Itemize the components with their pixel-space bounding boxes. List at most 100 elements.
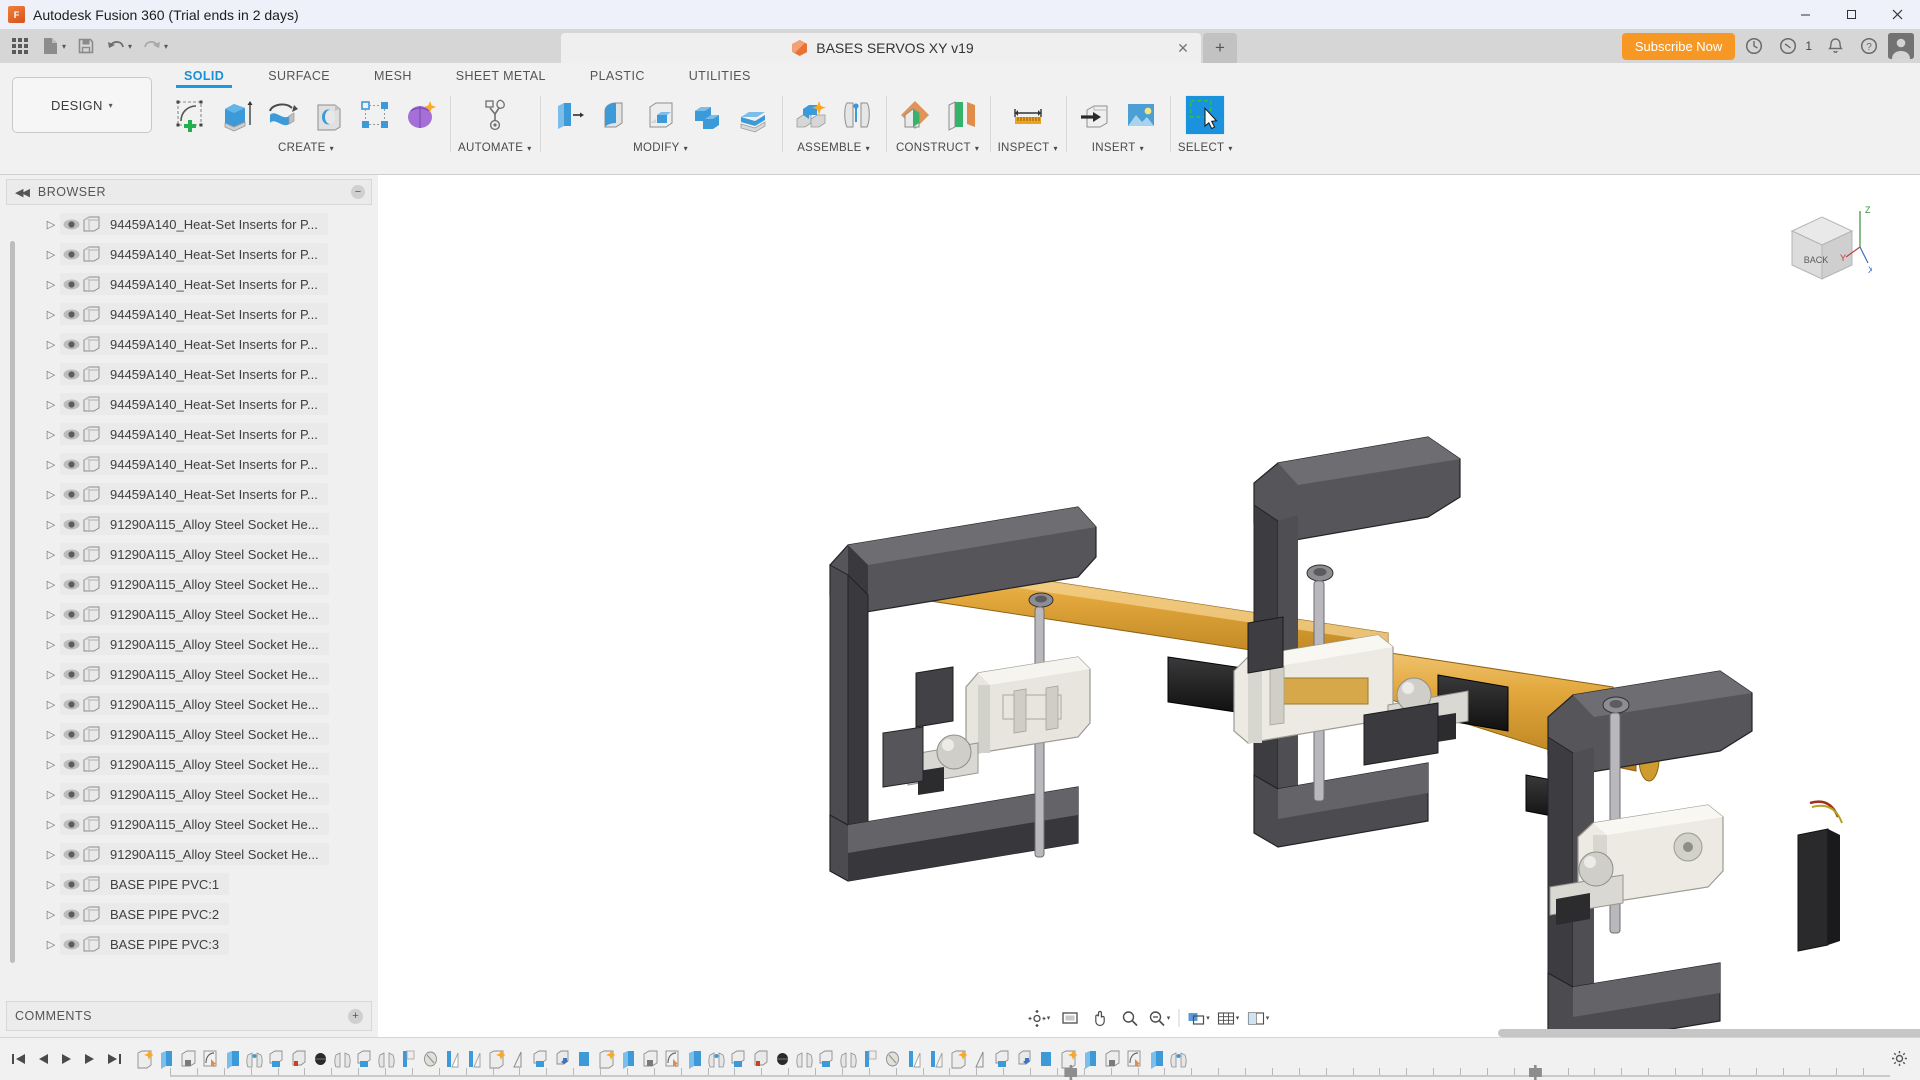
go-to-end-icon[interactable] bbox=[104, 1048, 124, 1070]
step-forward-icon[interactable] bbox=[80, 1048, 100, 1070]
browser-item[interactable]: ▷BASE PIPE PVC:2 bbox=[0, 899, 378, 929]
eye-icon[interactable] bbox=[60, 753, 82, 775]
expand-arrow-icon[interactable]: ▷ bbox=[42, 248, 60, 261]
avatar[interactable] bbox=[1888, 33, 1914, 59]
plane-at-angle-icon[interactable] bbox=[940, 94, 982, 136]
browser-item[interactable]: ▷91290A115_Alloy Steel Socket He... bbox=[0, 809, 378, 839]
expand-arrow-icon[interactable]: ▷ bbox=[42, 638, 60, 651]
panel-automate-label[interactable]: AUTOMATE▾ bbox=[458, 136, 532, 154]
expand-arrow-icon[interactable]: ▷ bbox=[42, 668, 60, 681]
eye-icon[interactable] bbox=[60, 483, 82, 505]
timeline-marker[interactable] bbox=[1064, 1065, 1077, 1080]
panel-inspect-label[interactable]: INSPECT▾ bbox=[998, 136, 1058, 154]
minimize-button[interactable] bbox=[1782, 0, 1828, 29]
insert-derive-icon[interactable] bbox=[1074, 94, 1116, 136]
shell-icon[interactable] bbox=[640, 94, 682, 136]
eye-icon[interactable] bbox=[60, 933, 82, 955]
timeline-ruler[interactable] bbox=[170, 1068, 1890, 1077]
orbit-icon[interactable]: ▾ bbox=[1026, 1005, 1054, 1031]
eye-icon[interactable] bbox=[60, 423, 82, 445]
eye-icon[interactable] bbox=[60, 813, 82, 835]
eye-icon[interactable] bbox=[60, 903, 82, 925]
eye-icon[interactable] bbox=[60, 843, 82, 865]
measure-icon[interactable] bbox=[1007, 94, 1049, 136]
browser-item[interactable]: ▷91290A115_Alloy Steel Socket He... bbox=[0, 629, 378, 659]
browser-item[interactable]: ▷91290A115_Alloy Steel Socket He... bbox=[0, 719, 378, 749]
hole-icon[interactable] bbox=[308, 94, 350, 136]
eye-icon[interactable] bbox=[60, 633, 82, 655]
panel-modify-label[interactable]: MODIFY▾ bbox=[633, 136, 688, 154]
expand-arrow-icon[interactable]: ▷ bbox=[42, 818, 60, 831]
expand-arrow-icon[interactable]: ▷ bbox=[42, 728, 60, 741]
eye-icon[interactable] bbox=[60, 543, 82, 565]
document-tab[interactable]: BASES SERVOS XY v19 ✕ bbox=[561, 33, 1201, 63]
browser-item[interactable]: ▷94459A140_Heat-Set Inserts for P... bbox=[0, 389, 378, 419]
combine-icon[interactable] bbox=[686, 94, 728, 136]
app-grid-icon[interactable] bbox=[6, 33, 34, 59]
press-pull-icon[interactable] bbox=[548, 94, 590, 136]
expand-arrow-icon[interactable]: ▷ bbox=[42, 428, 60, 441]
eye-icon[interactable] bbox=[60, 513, 82, 535]
browser-item[interactable]: ▷94459A140_Heat-Set Inserts for P... bbox=[0, 209, 378, 239]
expand-arrow-icon[interactable]: ▷ bbox=[42, 308, 60, 321]
expand-arrow-icon[interactable]: ▷ bbox=[42, 488, 60, 501]
eye-icon[interactable] bbox=[60, 303, 82, 325]
new-tab-button[interactable]: + bbox=[1203, 33, 1237, 63]
browser-item[interactable]: ▷91290A115_Alloy Steel Socket He... bbox=[0, 569, 378, 599]
browser-item[interactable]: ▷94459A140_Heat-Set Inserts for P... bbox=[0, 269, 378, 299]
save-icon[interactable] bbox=[72, 33, 100, 59]
tab-solid[interactable]: SOLID bbox=[162, 69, 246, 88]
tab-sheet-metal[interactable]: SHEET METAL bbox=[434, 69, 568, 88]
go-to-beginning-icon[interactable] bbox=[8, 1048, 28, 1070]
timeline-feature[interactable] bbox=[134, 1046, 155, 1072]
browser-item[interactable]: ▷94459A140_Heat-Set Inserts for P... bbox=[0, 329, 378, 359]
browser-item[interactable]: ▷94459A140_Heat-Set Inserts for P... bbox=[0, 359, 378, 389]
zoom-window-icon[interactable]: ▾ bbox=[1146, 1005, 1174, 1031]
look-at-icon[interactable] bbox=[1056, 1005, 1084, 1031]
eye-icon[interactable] bbox=[60, 213, 82, 235]
tab-mesh[interactable]: MESH bbox=[352, 69, 434, 88]
viewports-icon[interactable]: ▾ bbox=[1245, 1005, 1273, 1031]
undo-caret-icon[interactable]: ▾ bbox=[128, 42, 132, 51]
expand-arrow-icon[interactable]: ▷ bbox=[42, 938, 60, 951]
browser-item[interactable]: ▷94459A140_Heat-Set Inserts for P... bbox=[0, 299, 378, 329]
pattern-icon[interactable] bbox=[354, 94, 396, 136]
panel-assemble-label[interactable]: ASSEMBLE▾ bbox=[797, 136, 870, 154]
redo-icon[interactable] bbox=[138, 33, 166, 59]
expand-arrow-icon[interactable]: ▷ bbox=[42, 548, 60, 561]
eye-icon[interactable] bbox=[60, 573, 82, 595]
canvas-image-icon[interactable] bbox=[1120, 94, 1162, 136]
browser-item[interactable]: ▷91290A115_Alloy Steel Socket He... bbox=[0, 599, 378, 629]
panel-create-label[interactable]: CREATE▾ bbox=[278, 136, 334, 154]
browser-item[interactable]: ▷91290A115_Alloy Steel Socket He... bbox=[0, 779, 378, 809]
close-button[interactable] bbox=[1874, 0, 1920, 29]
maximize-button[interactable] bbox=[1828, 0, 1874, 29]
expand-arrow-icon[interactable]: ▷ bbox=[42, 788, 60, 801]
browser-item[interactable]: ▷91290A115_Alloy Steel Socket He... bbox=[0, 539, 378, 569]
new-file-icon[interactable] bbox=[36, 33, 64, 59]
eye-icon[interactable] bbox=[60, 603, 82, 625]
expand-arrow-icon[interactable]: ▷ bbox=[42, 848, 60, 861]
eye-icon[interactable] bbox=[60, 873, 82, 895]
eye-icon[interactable] bbox=[60, 273, 82, 295]
eye-icon[interactable] bbox=[60, 363, 82, 385]
view-cube-faces[interactable]: BACK bbox=[1792, 217, 1852, 279]
expand-arrow-icon[interactable]: ▷ bbox=[42, 698, 60, 711]
form-icon[interactable] bbox=[400, 94, 442, 136]
expand-arrow-icon[interactable]: ▷ bbox=[42, 758, 60, 771]
eye-icon[interactable] bbox=[60, 693, 82, 715]
extrude-icon[interactable] bbox=[216, 94, 258, 136]
expand-arrow-icon[interactable]: ▷ bbox=[42, 218, 60, 231]
new-file-caret-icon[interactable]: ▾ bbox=[62, 42, 66, 51]
expand-arrow-icon[interactable]: ▷ bbox=[42, 368, 60, 381]
browser-item[interactable]: ▷91290A115_Alloy Steel Socket He... bbox=[0, 689, 378, 719]
minimize-panel-icon[interactable]: − bbox=[351, 185, 365, 199]
expand-arrow-icon[interactable]: ▷ bbox=[42, 338, 60, 351]
eye-icon[interactable] bbox=[60, 783, 82, 805]
step-back-icon[interactable] bbox=[32, 1048, 52, 1070]
expand-arrow-icon[interactable]: ▷ bbox=[42, 878, 60, 891]
expand-arrow-icon[interactable]: ▷ bbox=[42, 578, 60, 591]
question-icon[interactable]: ? bbox=[1854, 31, 1884, 61]
expand-arrow-icon[interactable]: ▷ bbox=[42, 278, 60, 291]
eye-icon[interactable] bbox=[60, 393, 82, 415]
